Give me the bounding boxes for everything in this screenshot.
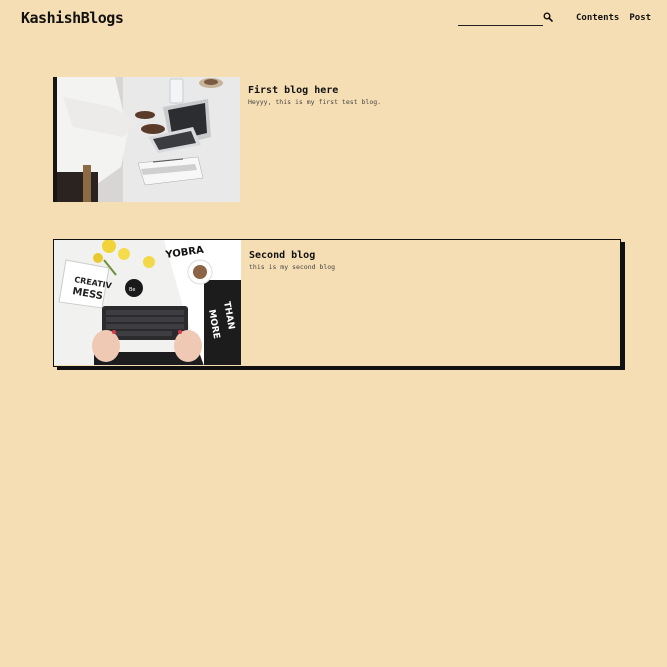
search-bar <box>458 11 553 27</box>
main-nav: Contents Post <box>576 13 651 23</box>
site-logo[interactable]: KashishBlogs <box>21 9 124 27</box>
blog-card[interactable]: CREATIV MESS YOBRA MORE THAN Be Second b… <box>53 239 621 367</box>
blog-description: Heyyy, this is my first test blog. <box>248 98 382 106</box>
keyboard-desk-flatlay-image: CREATIV MESS YOBRA MORE THAN Be <box>54 240 241 365</box>
blog-card[interactable]: First blog here Heyyy, this is my first … <box>53 77 619 202</box>
laptop-workspace-image <box>53 77 240 202</box>
blog-title[interactable]: Second blog <box>249 250 315 261</box>
blog-thumbnail-laptop[interactable] <box>53 77 240 202</box>
blog-title[interactable]: First blog here <box>248 85 338 96</box>
site-header: KashishBlogs Contents Post <box>0 0 667 40</box>
svg-text:Be: Be <box>129 287 136 293</box>
blog-description: this is my second blog <box>249 263 336 271</box>
search-icon[interactable] <box>543 12 553 22</box>
search-input[interactable] <box>458 11 543 26</box>
nav-link-post[interactable]: Post <box>629 13 651 23</box>
nav-link-contents[interactable]: Contents <box>576 13 619 23</box>
blog-thumbnail-keyboard[interactable]: CREATIV MESS YOBRA MORE THAN Be <box>54 240 241 365</box>
